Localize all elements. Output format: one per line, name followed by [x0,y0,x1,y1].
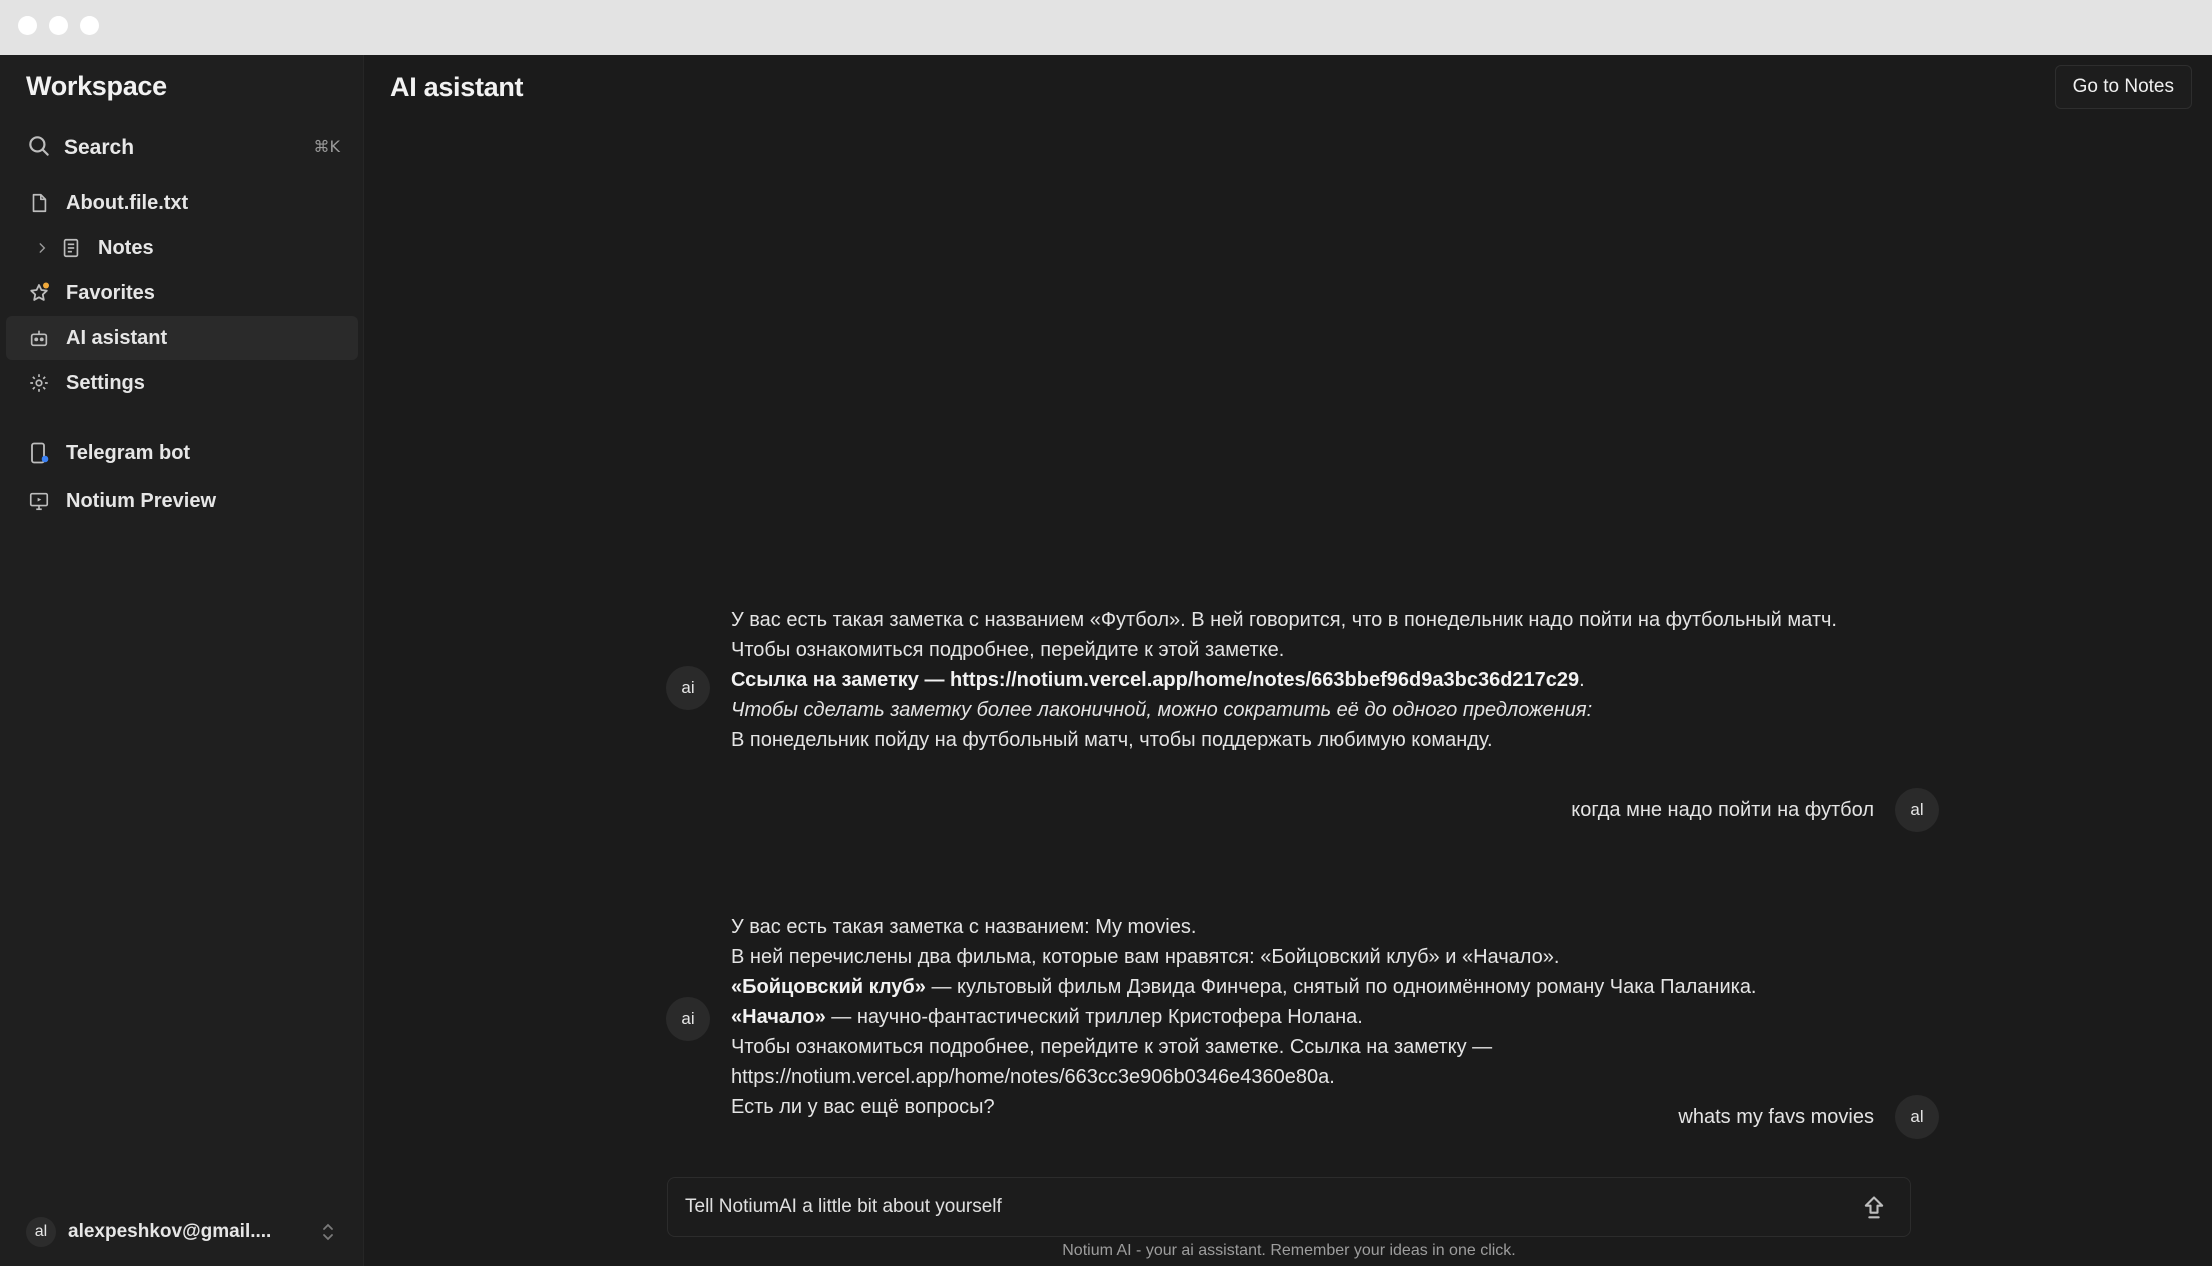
message-line: В понедельник пойду на футбольный матч, … [731,729,1493,751]
sidebar-item-notes[interactable]: Notes [6,226,358,270]
sidebar-item-label: Notium Preview [66,489,217,512]
sidebar-item-ai-asistant[interactable]: AI asistant [6,316,358,360]
ai-avatar: ai [666,666,710,710]
phone-icon [26,440,52,466]
robot-icon [26,325,52,351]
send-icon[interactable] [1860,1194,1888,1222]
sidebar-item-label: Telegram bot [66,441,191,464]
sidebar-item-label: Settings [66,371,145,394]
avatar: al [26,1217,56,1247]
workspace-title: Workspace [26,71,167,101]
chat-input-placeholder[interactable]: Tell NotiumAI a little bit about yoursel… [685,1196,1002,1218]
sidebar-item-settings[interactable]: Settings [6,361,358,405]
message-line: У вас есть такая заметка с названием: My… [731,916,1197,938]
maximize-window-button[interactable] [80,16,99,35]
message-line: — культовый фильм Дэвида Финчера, снятый… [925,976,1757,998]
go-to-notes-button[interactable]: Go to Notes [2054,65,2192,109]
chevron-up-down-icon[interactable] [316,1220,340,1244]
sidebar-item-telegram-bot[interactable]: Telegram bot [6,431,358,475]
sidebar-item-favorites[interactable]: Favorites [6,271,358,315]
user-avatar: al [1895,1095,1939,1139]
gear-icon [26,370,52,396]
chat-input[interactable]: Tell NotiumAI a little bit about yoursel… [667,1177,1911,1237]
note-link[interactable]: https://notium.vercel.app/home/notes/663… [731,1062,1757,1092]
search-label: Search [64,136,135,159]
search-button[interactable]: Search ⌘K [14,125,350,171]
file-icon [26,190,52,216]
user-avatar: al [1895,788,1939,832]
user-message: whats my favs movies al [1678,1095,1939,1139]
sidebar-item-label: AI asistant [66,326,168,349]
message-line: В ней перечислены два фильма, которые ва… [731,946,1560,968]
movie-title: «Бойцовский клуб» [731,976,926,998]
page-title: AI asistant [390,72,524,102]
ai-message: ai У вас есть такая заметка с названием … [666,605,1866,765]
minimize-window-button[interactable] [49,16,68,35]
note-link-line[interactable]: Ссылка на заметку — https://notium.verce… [731,665,1837,695]
chevron-right-icon[interactable] [32,238,52,258]
main-panel: AI asistant Go to Notes ai У вас есть та… [365,55,2212,1266]
user-message-text: когда мне надо пойти на футбол [1571,798,1874,821]
search-icon [26,133,52,164]
user-message-text: whats my favs movies [1678,1105,1874,1128]
message-line: У вас есть такая заметка с названием «Фу… [731,609,1837,631]
sidebar: Workspace Search ⌘K About.file.txt Notes… [0,55,364,1266]
user-email: alexpeshkov@gmail.... [68,1221,272,1242]
sidebar-item-notium-preview[interactable]: Notium Preview [6,479,358,523]
message-line: Чтобы ознакомиться подробнее, перейдите … [731,1036,1493,1058]
search-shortcut: ⌘K [313,137,341,156]
sidebar-item-about-file[interactable]: About.file.txt [6,181,358,225]
sidebar-item-label: About.file.txt [66,191,189,214]
notes-icon [58,235,84,261]
message-line: Чтобы сделать заметку более лаконичной, … [731,699,1593,721]
message-line: Чтобы ознакомиться подробнее, перейдите … [731,639,1285,661]
user-message: когда мне надо пойти на футбол al [1571,788,1939,832]
footnote: Notium AI - your ai assistant. Remember … [1062,1242,1516,1259]
sidebar-item-label: Notes [98,236,154,259]
window-titlebar [0,0,2212,55]
ai-message-body: У вас есть такая заметка с названием «Фу… [731,605,1837,755]
sidebar-item-label: Favorites [66,281,155,304]
ai-avatar: ai [666,997,710,1041]
user-account-menu[interactable]: al alexpeshkov@gmail.... [26,1212,340,1252]
star-icon [26,280,52,306]
movie-title: «Начало» [731,1006,826,1028]
close-window-button[interactable] [18,16,37,35]
monitor-icon [26,488,52,514]
ai-message-body: У вас есть такая заметка с названием: My… [731,912,1757,1122]
message-line: Есть ли у вас ещё вопросы? [731,1096,995,1118]
note-link[interactable]: Ссылка на заметку — https://notium.verce… [731,669,1579,691]
message-line: — научно-фантастический триллер Кристофе… [825,1006,1363,1028]
